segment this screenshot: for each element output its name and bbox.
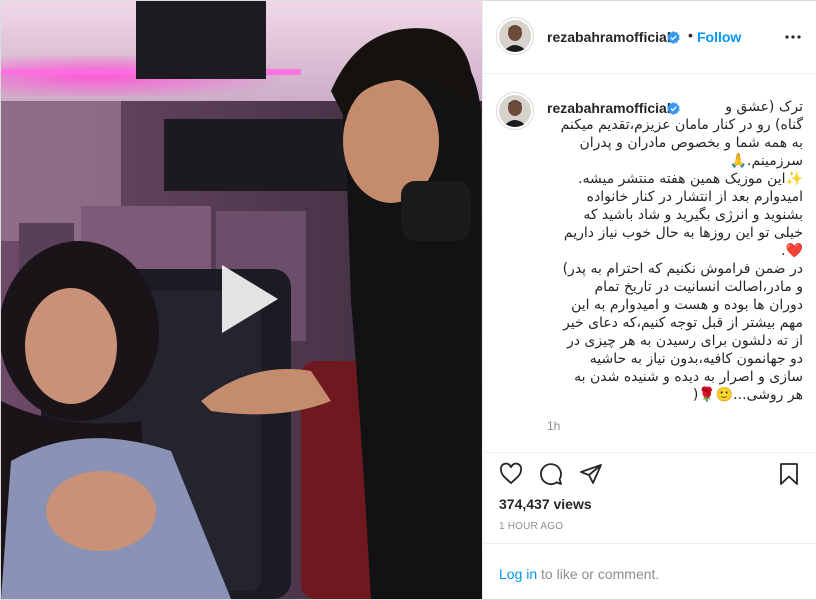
separator-dot: • [688, 27, 693, 43]
post-dialog: rezabahramofficial • Follow rezabahramof… [0, 0, 816, 600]
caption-line: دوران ها بوده و هست و امیدوارم به این [571, 297, 803, 313]
username-link[interactable]: rezabahramofficial [547, 29, 671, 45]
caption-line: دو جهانمون کافیه،بدون نیاز به حاشیه [589, 351, 803, 367]
comment-icon[interactable] [539, 462, 563, 486]
login-prompt-text: Log in to like or comment. [499, 566, 659, 582]
follow-button[interactable]: Follow [697, 29, 741, 45]
caption-line: ✨این موزیک همین هفته منتشر میشه. [578, 171, 803, 187]
action-bar [483, 452, 816, 492]
caption-line: گناه) رو در کنار مامان عزیزم،تقدیم میکنم [560, 117, 803, 133]
verified-badge-icon [667, 31, 680, 44]
caption-line: بشنوید و انرژی بگیرید و شاد باشید که [583, 207, 803, 223]
share-icon[interactable] [579, 462, 603, 486]
bookmark-icon[interactable] [777, 462, 801, 486]
play-button[interactable] [206, 259, 286, 339]
view-count: 374,437 views [499, 496, 592, 512]
caption-line: سازی و اصرار به دیده و شنیده شدن به [574, 369, 803, 385]
post-side-panel: rezabahramofficial • Follow rezabahramof… [482, 1, 816, 599]
more-options-icon[interactable] [783, 27, 803, 47]
login-prompt: Log in to like or comment. [483, 543, 816, 599]
post-header: rezabahramofficial • Follow [483, 1, 816, 74]
caption-avatar[interactable] [499, 95, 531, 127]
caption-line: به همه شما و بخصوص مادران و پدران [579, 135, 804, 151]
post-timestamp[interactable]: 1 HOUR AGO [499, 521, 563, 532]
caption-line: و مادر،اصالت انسانیت در تاریخ تمام [594, 279, 803, 295]
caption-line: خیلی تو این روزها به حال خوب نیاز داریم [563, 225, 803, 241]
caption-line: ❤️. [781, 243, 803, 259]
caption-text: ترک (عشق و گناه) رو در کنار مامان عزیزم،… [537, 98, 803, 404]
heart-icon[interactable] [499, 462, 523, 486]
caption-line: سرزمینم.🙏 [729, 153, 803, 169]
login-prompt-rest: to like or comment. [537, 566, 660, 582]
caption-line: از ته دلشون برای رسیدن به هر چیزی در [566, 333, 803, 349]
caption-section: rezabahramofficial ترک (عشق و گناه) رو د… [483, 74, 816, 452]
caption-line: امیدوارم بعد از انتشار در کنار خانواده [586, 189, 803, 205]
post-video[interactable] [1, 1, 482, 599]
play-icon [222, 265, 278, 333]
caption-line: هر روشی...🙂🌹( [692, 387, 803, 403]
avatar[interactable] [499, 20, 531, 52]
caption-line: ترک (عشق و [725, 99, 803, 115]
caption-timestamp[interactable]: 1h [547, 419, 560, 433]
caption-line: در ضمن فراموش نکنیم که احترام به پدر) [562, 261, 803, 277]
caption-line: مهم بیشتر از قبل توجه کنیم،که دعای خیر [563, 315, 803, 331]
login-link[interactable]: Log in [499, 566, 537, 582]
